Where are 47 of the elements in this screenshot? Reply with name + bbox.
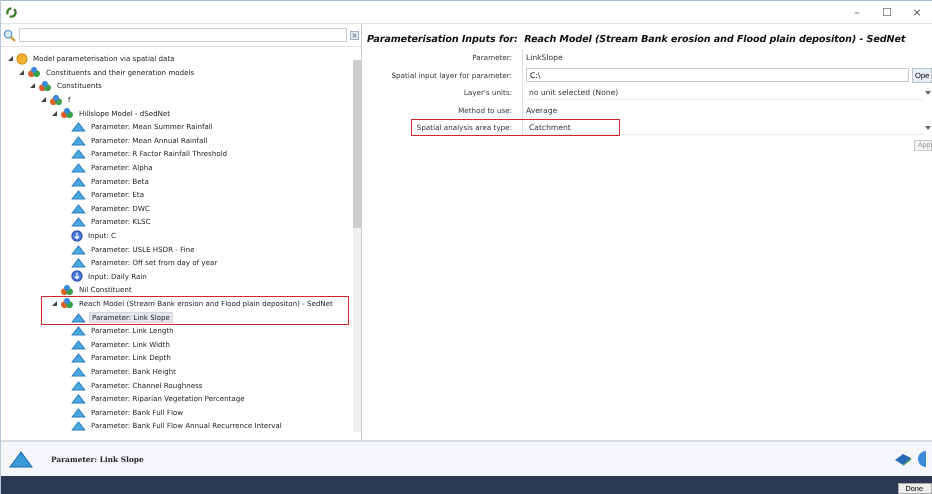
cluster-icon — [60, 297, 74, 310]
mountain-icon — [71, 148, 86, 160]
mountain-icon — [71, 216, 86, 228]
scrollbar[interactable] — [353, 60, 361, 432]
mountain-icon — [71, 257, 86, 268]
mountain-icon — [71, 393, 86, 404]
close-button[interactable]: × — [902, 2, 932, 22]
mountain-icon — [71, 380, 86, 391]
mountain-icon — [71, 406, 86, 418]
app-logo-icon — [6, 6, 17, 18]
mountain-icon — [71, 202, 86, 214]
download-icon — [71, 270, 83, 282]
maximize-button[interactable]: ☐ — [872, 2, 902, 22]
panel-title: Parameterisation Inputs for: Reach Model (Stream Bank erosion and Flood plain depositon) - SedNet — [367, 33, 907, 47]
download-icon — [71, 230, 83, 242]
mountain-icon — [71, 325, 86, 336]
expand-arrow-icon[interactable] — [51, 110, 58, 117]
search-icon — [3, 28, 16, 42]
folder-icon — [16, 52, 28, 65]
cluster-icon — [49, 94, 63, 106]
minimize-button[interactable]: – — [842, 2, 872, 22]
dropdown-arrow-icon[interactable] — [924, 90, 932, 95]
cluster-icon — [27, 66, 41, 78]
search-field[interactable] — [19, 28, 347, 42]
mountain-icon — [71, 162, 86, 174]
expand-arrow-icon[interactable] — [51, 300, 58, 307]
expand-arrow-icon[interactable] — [29, 82, 36, 90]
mountain-icon — [71, 312, 86, 323]
mountain-icon — [71, 134, 86, 146]
expand-arrow-icon[interactable] — [18, 68, 25, 76]
mountain-icon — [9, 450, 33, 468]
mountain-icon — [71, 121, 86, 132]
cluster-icon — [38, 80, 52, 92]
book-icon[interactable] — [894, 451, 912, 467]
mountain-icon — [71, 352, 86, 364]
clear-icon[interactable] — [350, 30, 359, 40]
mountain-icon — [71, 244, 86, 255]
mountain-icon — [71, 366, 86, 377]
mountain-icon — [71, 338, 86, 350]
dropdown-arrow-icon[interactable] — [924, 126, 932, 130]
cluster-icon — [60, 107, 74, 120]
cluster-icon — [60, 284, 74, 296]
mountain-icon — [71, 420, 86, 432]
mountain-icon — [71, 176, 86, 187]
expand-arrow-icon[interactable] — [40, 96, 47, 104]
expand-arrow-icon[interactable] — [7, 55, 14, 62]
mountain-icon — [71, 189, 86, 200]
